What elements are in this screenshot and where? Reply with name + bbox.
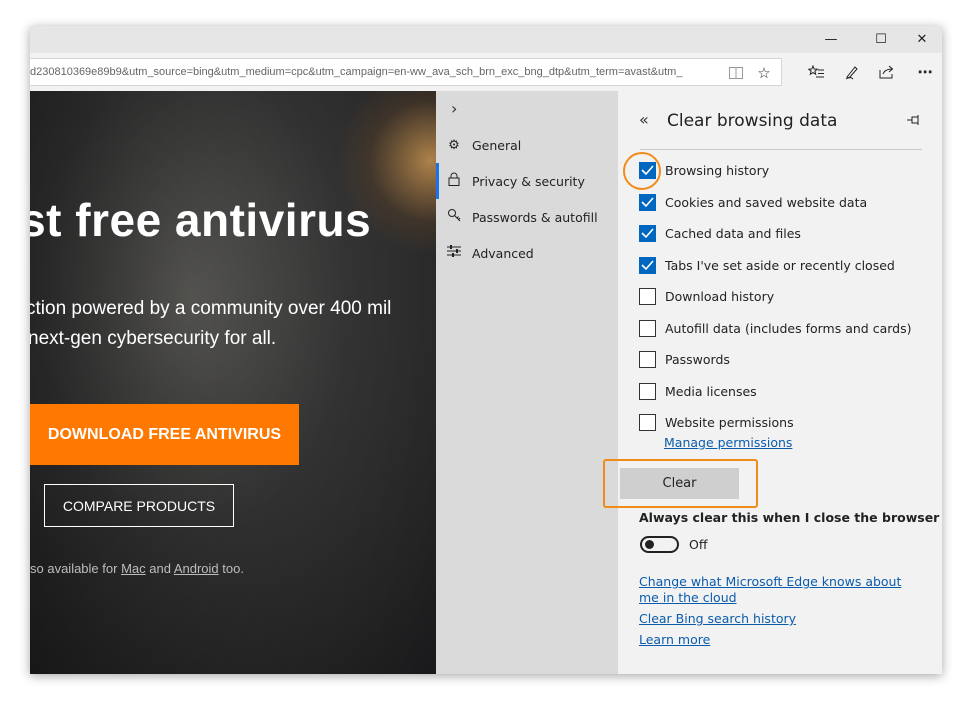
hero-subtitle-line1: ction powered by a community over 400 mi… [30,298,392,319]
compare-products-button[interactable]: COMPARE PRODUCTS [44,484,234,527]
reading-view-icon[interactable] [722,59,750,87]
checkmark-icon [641,197,654,207]
webpage-hero: est free antivirus ction powered by a co… [30,91,436,674]
checkmark-icon [641,228,654,238]
panel-title: Clear browsing data [667,111,838,131]
browser-window: — ☐ ✕ d230810369e89b9&utm_source=bing&ut… [30,26,942,674]
settings-item-advanced[interactable]: Advanced [436,238,618,268]
settings-item-privacy[interactable]: Privacy & security [436,166,618,196]
option-passwords[interactable]: Passwords [639,348,730,370]
close-icon: ✕ [916,32,928,47]
favorite-star-icon[interactable]: ☆ [750,59,778,87]
minimize-icon: — [824,32,838,47]
clear-browsing-data-panel: « Clear browsing data Browsing history C… [603,91,942,674]
settings-menu: › ⚙ General Privacy & security Passwords… [436,91,618,674]
toggle-state-label: Off [689,537,708,552]
android-link[interactable]: Android [174,561,219,576]
minimize-button[interactable]: — [809,26,853,53]
option-media-licenses[interactable]: Media licenses [639,380,757,402]
checkbox[interactable] [639,319,656,337]
checkbox[interactable] [639,382,656,400]
pen-icon[interactable] [838,58,866,86]
checkmark-icon [641,165,654,175]
chevron-right-icon[interactable]: › [451,99,457,118]
checkbox[interactable] [639,413,656,431]
option-autofill-data[interactable]: Autofill data (includes forms and cards) [639,317,912,339]
lock-icon [436,172,472,190]
content-area: est free antivirus ction powered by a co… [30,91,942,674]
settings-item-general[interactable]: ⚙ General [436,130,618,160]
option-tabs-set-aside[interactable]: Tabs I've set aside or recently closed [639,254,895,276]
more-options-icon[interactable]: ⋯ [911,58,939,86]
back-chevron-icon[interactable]: « [639,110,649,129]
checkbox[interactable] [639,161,656,179]
option-download-history[interactable]: Download history [639,285,774,307]
maximize-icon: ☐ [875,32,887,47]
address-bar[interactable]: d230810369e89b9&utm_source=bing&utm_medi… [30,58,782,86]
always-clear-label: Always clear this when I close the brows… [639,510,940,525]
gear-icon: ⚙ [448,137,460,153]
key-icon [436,208,472,226]
checkbox[interactable] [639,350,656,368]
clear-bing-history-link[interactable]: Clear Bing search history [639,611,796,626]
checkbox[interactable] [639,193,656,211]
option-cookies[interactable]: Cookies and saved website data [639,191,867,213]
checkbox[interactable] [639,287,656,305]
maximize-button[interactable]: ☐ [859,26,903,53]
manage-permissions-link[interactable]: Manage permissions [664,435,792,450]
option-browsing-history[interactable]: Browsing history [639,159,769,181]
settings-item-passwords[interactable]: Passwords & autofill [436,202,618,232]
hero-title: est free antivirus [30,194,372,246]
favorites-hub-icon[interactable] [802,58,830,86]
option-cached-data[interactable]: Cached data and files [639,222,801,244]
share-icon[interactable] [873,58,901,86]
option-website-permissions[interactable]: Website permissions [639,411,794,433]
download-free-antivirus-button[interactable]: DOWNLOAD FREE ANTIVIRUS [30,404,299,465]
checkmark-icon [641,260,654,270]
url-text[interactable]: d230810369e89b9&utm_source=bing&utm_medi… [30,59,720,85]
checkbox[interactable] [639,224,656,242]
mac-link[interactable]: Mac [121,561,146,576]
always-clear-toggle[interactable] [640,536,679,553]
availability-text: so available for Mac and Android too. [30,561,244,576]
pin-icon[interactable] [906,111,922,130]
clear-button[interactable]: Clear [620,468,739,499]
sliders-icon [436,245,472,261]
close-button[interactable]: ✕ [900,26,942,53]
hero-subtitle-line2: next-gen cybersecurity for all. [30,328,277,349]
change-what-edge-knows-link[interactable]: Change what Microsoft Edge knows about m… [639,574,919,606]
checkbox[interactable] [639,256,656,274]
learn-more-link[interactable]: Learn more [639,632,710,647]
toolbar: d230810369e89b9&utm_source=bing&utm_medi… [30,53,942,92]
title-bar: — ☐ ✕ [30,26,942,53]
